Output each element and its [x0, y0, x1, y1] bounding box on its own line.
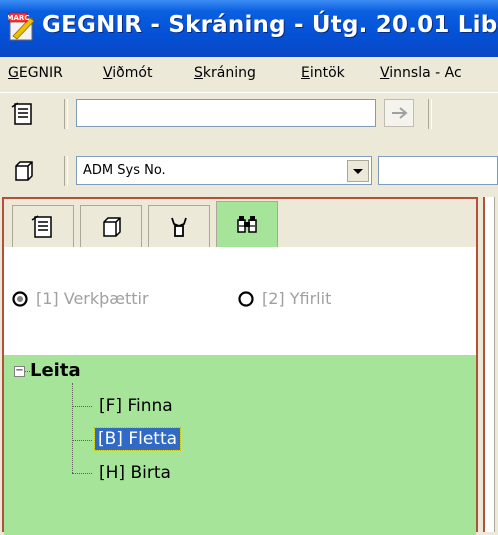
radio-yfirlit[interactable]: [2] Yfirlit: [238, 289, 331, 308]
radio-label: [1] Verkþættir: [36, 289, 149, 308]
tools-icon: [171, 217, 187, 237]
tree-collapse-toggle[interactable]: −: [14, 366, 25, 377]
tab-items[interactable]: [80, 205, 142, 247]
content-panel-edge: [494, 197, 498, 532]
title-bar[interactable]: MARC GEGNIR - Skráning - Útg. 20.01 Libr: [0, 0, 498, 57]
tree-item-finna[interactable]: [F] Finna: [97, 396, 175, 416]
navigation-panel: [1] Verkþættir [2] Yfirlit − Leita [F] F…: [2, 197, 478, 535]
toolbar-search: [0, 92, 498, 133]
tab-search[interactable]: [216, 201, 278, 248]
document-icon[interactable]: [10, 101, 36, 127]
toolbar-select: ADM Sys No.: [0, 152, 498, 190]
toolbar-separator: [64, 156, 68, 186]
toolbar-separator: [428, 99, 432, 129]
marc-logo-icon: MARC: [7, 12, 36, 42]
menu-skraning[interactable]: Skráning: [194, 65, 256, 81]
search-input[interactable]: [76, 99, 376, 127]
box-icon: [103, 217, 121, 237]
tree-connector: [72, 406, 92, 407]
box-icon[interactable]: [10, 158, 36, 184]
toolbar-separator: [64, 99, 68, 129]
go-button[interactable]: [384, 99, 414, 127]
menu-vinnsla[interactable]: Vinnsla - Ac: [380, 65, 462, 81]
tab-records[interactable]: [12, 205, 74, 247]
tree-connector: [72, 440, 92, 441]
menu-gegnir[interactable]: GEGNIR: [8, 65, 63, 81]
binoculars-icon: [237, 216, 257, 233]
document-icon: [31, 215, 52, 238]
field-select-value: ADM Sys No.: [83, 163, 166, 178]
content-panel: [483, 197, 498, 532]
menu-vidmot[interactable]: Viðmót: [103, 65, 152, 81]
tree-connector: [72, 473, 92, 474]
tab-tools[interactable]: [148, 205, 210, 247]
tree-item-birta[interactable]: [H] Birta: [97, 463, 173, 483]
action-tree: − Leita [F] Finna [B] Fletta [H] Birta: [4, 355, 476, 535]
chevron-down-icon: [353, 169, 363, 174]
menu-eintok[interactable]: Eintök: [301, 65, 345, 81]
dropdown-button[interactable]: [347, 160, 369, 182]
tree-item-fletta[interactable]: [B] Fletta: [93, 427, 182, 451]
logo-text: MARC: [8, 14, 29, 22]
tree-root-label[interactable]: Leita: [30, 360, 81, 381]
arrow-right-icon: [392, 107, 408, 119]
collapse-icon: −: [15, 365, 24, 376]
radio-selected-icon: [12, 290, 28, 307]
view-options: [1] Verkþættir [2] Yfirlit: [4, 247, 476, 355]
radio-unselected-icon: [238, 290, 254, 307]
value-input[interactable]: [378, 156, 498, 185]
window-title: GEGNIR - Skráning - Útg. 20.01 Libr: [42, 12, 498, 38]
radio-verkthaettir[interactable]: [1] Verkþættir: [12, 289, 149, 308]
menu-bar: GEGNIR Viðmót Skráning Eintök Vinnsla - …: [0, 57, 498, 90]
radio-label: [2] Yfirlit: [262, 289, 332, 308]
field-select[interactable]: ADM Sys No.: [76, 156, 372, 185]
tree-connector: [72, 383, 73, 473]
tab-strip: [4, 199, 476, 248]
